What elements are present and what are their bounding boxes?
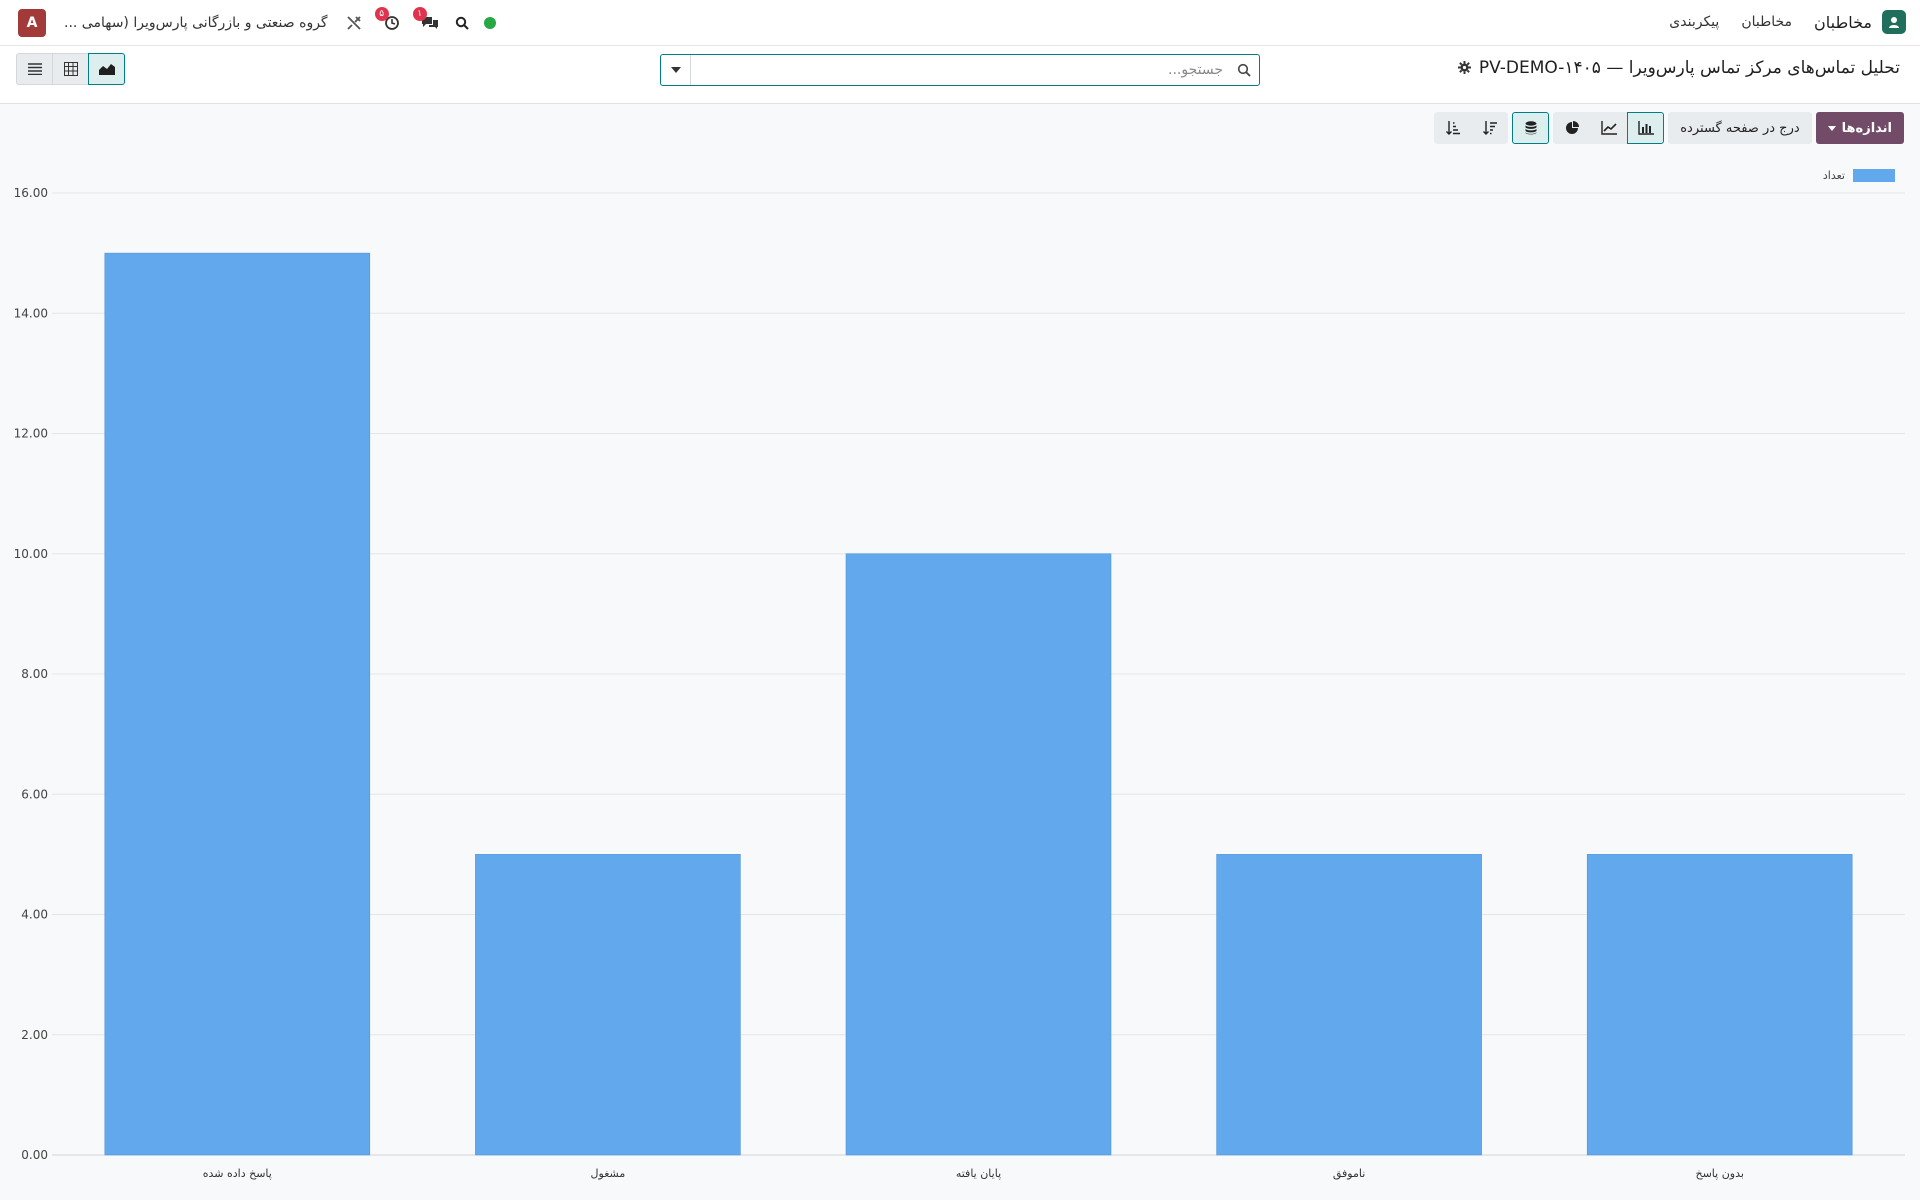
bar-chart-button[interactable] [1627,112,1665,144]
messages-badge: ۱ [412,7,427,21]
breadcrumb: تحلیل تماس‌های مرکز تماس پارس‌ویرا — PV-… [1457,58,1900,78]
sort-descending-icon [1482,121,1497,135]
pivot-table-icon [63,62,78,76]
sort-ascending-icon [1445,121,1460,135]
list-icon [27,63,42,75]
y-tick-label: 0.00 [21,1148,48,1162]
menu-item-contacts[interactable]: مخاطبان [1741,14,1792,30]
page-title: تحلیل تماس‌های مرکز تماس پارس‌ویرا — PV-… [1478,58,1900,78]
graph-view-button[interactable] [88,53,125,85]
y-tick-label: 6.00 [21,787,48,801]
search-icon[interactable] [450,11,474,35]
view-switcher [16,53,125,85]
app-name[interactable]: مخاطبان [1814,13,1872,32]
insert-in-spreadsheet-button[interactable]: درج در صفحه گسترده [1668,112,1812,144]
pie-chart-button[interactable] [1553,112,1591,144]
list-view-button[interactable] [16,53,53,85]
line-chart-icon [1601,121,1617,135]
menu-item-configuration[interactable]: پیکربندی [1669,14,1719,30]
search-button[interactable] [1229,55,1259,85]
y-tick-label: 4.00 [21,908,48,922]
messages-icon[interactable]: ۱ [412,7,442,35]
bar [1586,854,1853,1156]
search-bar [660,54,1260,86]
x-tick-label: پایان یافته [956,1167,1001,1180]
gear-icon[interactable] [1457,59,1471,78]
x-tick-label: ناموفق [1333,1167,1365,1181]
user-avatar[interactable]: A [18,9,46,37]
caret-down-icon [670,67,681,73]
y-tick-label: 8.00 [21,667,48,681]
x-tick-label: مشغول [591,1167,626,1180]
top-navbar: A گروه صنعتی و بازرگانی پارس‌ویرا (سهامی… [0,0,1920,46]
chart-legend[interactable]: تعداد [1823,169,1895,182]
pie-chart-icon [1565,121,1579,134]
chart-type-group [1553,112,1665,144]
search-options-toggle[interactable] [661,55,691,85]
activity-clock-icon[interactable]: ۵ [374,7,404,35]
bar [1216,854,1482,1156]
y-tick-label: 14.00 [14,306,48,320]
sort-ascending-button[interactable] [1434,112,1472,144]
debug-tools-icon[interactable] [342,11,366,35]
bar [104,252,371,1156]
bar [845,553,1112,1156]
navbar-systray: A گروه صنعتی و بازرگانی پارس‌ویرا (سهامی… [18,7,502,37]
search-input[interactable] [691,55,1229,85]
pivot-view-button[interactable] [52,53,89,85]
magnifier-icon [1237,63,1251,77]
y-tick-label: 12.00 [14,427,48,441]
bar [475,854,741,1156]
y-tick-label: 2.00 [21,1028,48,1042]
presence-status-icon[interactable] [478,11,502,35]
stacked-toggle-button[interactable] [1512,112,1550,144]
sort-group [1434,112,1509,144]
y-tick-label: 16.00 [14,186,48,200]
graph-toolbar: اندازه‌ها درج در صفحه گسترده [1434,112,1904,144]
measures-label: اندازه‌ها [1841,120,1892,136]
company-switcher[interactable]: گروه صنعتی و بازرگانی پارس‌ویرا (سهامی .… [64,15,328,31]
legend-label: تعداد [1822,169,1845,182]
bar-chart-icon [1638,121,1654,135]
contacts-app-icon[interactable] [1882,10,1906,34]
sort-descending-button[interactable] [1471,112,1509,144]
caret-down-icon [1827,125,1836,131]
database-stack-icon [1525,121,1537,135]
main-menu: مخاطبان مخاطبان پیکربندی [1669,10,1906,34]
legend-swatch [1853,169,1895,182]
x-tick-label: بدون پاسخ [1695,1167,1743,1180]
measures-dropdown-button[interactable]: اندازه‌ها [1815,112,1904,144]
x-tick-label: پاسخ داده شده [203,1167,272,1180]
graph-renderer: 0.00 2.00 4.00 6.00 8.00 10.00 12.00 14.00 16.00… [0,150,1920,1200]
bar-chart: 0.00 2.00 4.00 6.00 8.00 10.00 12.00 14.00 16.00… [14,186,1905,1181]
y-tick-label: 10.00 [14,547,48,561]
area-chart-icon [98,64,115,75]
activity-badge: ۵ [374,7,389,21]
line-chart-button[interactable] [1590,112,1628,144]
control-panel: تحلیل تماس‌های مرکز تماس پارس‌ویرا — PV-… [0,46,1920,104]
